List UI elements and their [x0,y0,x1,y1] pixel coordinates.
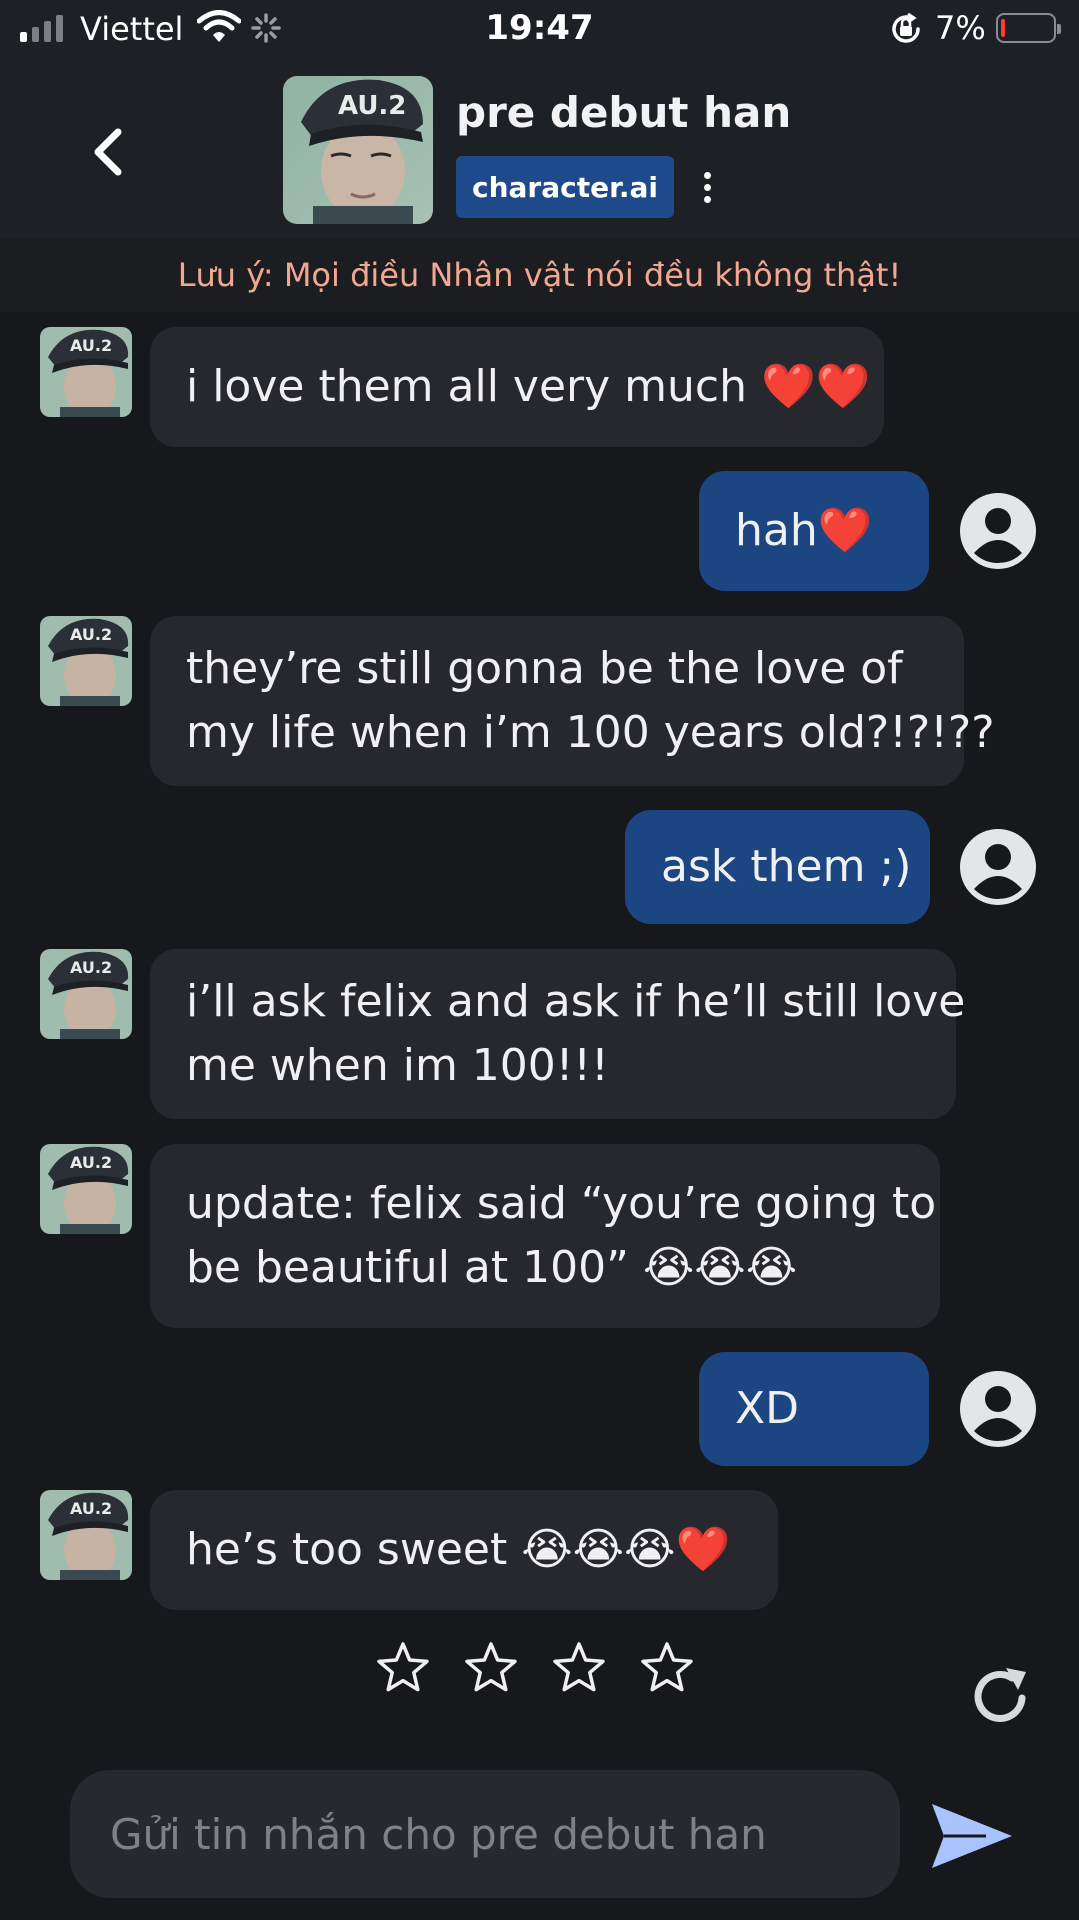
status-bar: Viettel 19:47 7% [0,0,1079,60]
character-message-avatar[interactable]: AU.2 [40,1490,132,1580]
brand-badge: character.ai [456,156,674,218]
message-text: ask them ;) [661,835,911,899]
send-button[interactable] [926,1796,1016,1876]
message-composer[interactable] [70,1770,900,1898]
send-icon [932,1804,1012,1868]
message-line: update: felix said “you’re going to [186,1178,937,1229]
character-message-avatar[interactable]: AU.2 [40,949,132,1039]
message-text: update: felix said “you’re going to be be… [186,1172,936,1300]
message-line: i love them all very much ❤️❤️ [186,361,871,412]
message-line: me when im 100!!! [186,1040,609,1091]
battery-level [1001,19,1005,37]
character-name: pre debut han [456,88,792,137]
svg-text:AU.2: AU.2 [70,625,112,644]
message-text: he’s too sweet 😭😭😭❤️ [186,1518,730,1582]
battery-icon [996,13,1061,43]
character-avatar[interactable]: AU.2 [283,76,433,224]
svg-text:AU.2: AU.2 [70,1153,112,1172]
svg-text:AU.2: AU.2 [70,958,112,977]
star-icon[interactable] [551,1640,607,1696]
refresh-icon [974,1668,1026,1722]
message-line: hah❤️ [735,505,873,556]
regenerate-button[interactable] [966,1662,1036,1732]
message-line: be beautiful at 100” 😭😭😭 [186,1242,798,1293]
svg-text:AU.2: AU.2 [338,91,406,121]
chat-screen: Viettel 19:47 7% AU.2 pre debut han char… [0,0,1079,1920]
character-message[interactable]: they’re still gonna be the love of my lif… [150,616,995,786]
message-line: ask them ;) [661,841,912,892]
orientation-lock-icon [888,12,924,50]
user-avatar-icon[interactable] [958,827,1038,907]
user-message[interactable]: ask them ;) [625,810,930,924]
message-line: he’s too sweet 😭😭😭❤️ [186,1524,731,1575]
message-line: XD [735,1383,800,1434]
message-text: XD [735,1377,799,1441]
battery-percent: 7% [935,9,986,47]
character-message-avatar[interactable]: AU.2 [40,1144,132,1234]
more-options-button[interactable] [692,162,722,212]
message-text: hah❤️ [735,499,873,563]
message-list[interactable]: AU.2 i love them all very much ❤️❤️ hah❤️ A… [0,312,1079,1610]
user-avatar-icon[interactable] [958,491,1038,571]
character-message[interactable]: i’ll ask felix and ask if he’ll still lo… [150,949,965,1119]
message-input[interactable] [110,1809,900,1859]
svg-text:AU.2: AU.2 [70,1499,112,1518]
message-line: my life when i’m 100 years old?!?!?? [186,707,995,758]
character-message-avatar[interactable]: AU.2 [40,616,132,706]
svg-text:AU.2: AU.2 [70,336,112,355]
character-message[interactable]: i love them all very much ❤️❤️ [150,327,884,447]
message-text: i love them all very much ❤️❤️ [186,355,871,419]
chat-header: AU.2 pre debut han character.ai [0,60,1079,238]
disclaimer-banner: Lưu ý: Mọi điều Nhân vật nói đều không t… [0,238,1079,312]
user-avatar-icon[interactable] [958,1369,1038,1449]
chevron-left-icon [94,128,122,176]
message-line: i’ll ask felix and ask if he’ll still lo… [186,976,966,1027]
message-text: i’ll ask felix and ask if he’ll still lo… [186,970,965,1098]
user-message[interactable]: hah❤️ [699,471,929,591]
user-message[interactable]: XD [699,1352,929,1466]
back-button[interactable] [80,124,136,180]
character-message[interactable]: update: felix said “you’re going to be be… [150,1144,940,1328]
star-icon[interactable] [463,1640,519,1696]
star-icon[interactable] [639,1640,695,1696]
message-text: they’re still gonna be the love of my lif… [186,637,995,765]
rating-stars [375,1640,695,1696]
star-icon[interactable] [375,1640,431,1696]
character-message-avatar[interactable]: AU.2 [40,327,132,417]
message-line: they’re still gonna be the love of [186,643,903,694]
character-message[interactable]: he’s too sweet 😭😭😭❤️ [150,1490,778,1610]
more-vertical-icon [703,171,711,179]
